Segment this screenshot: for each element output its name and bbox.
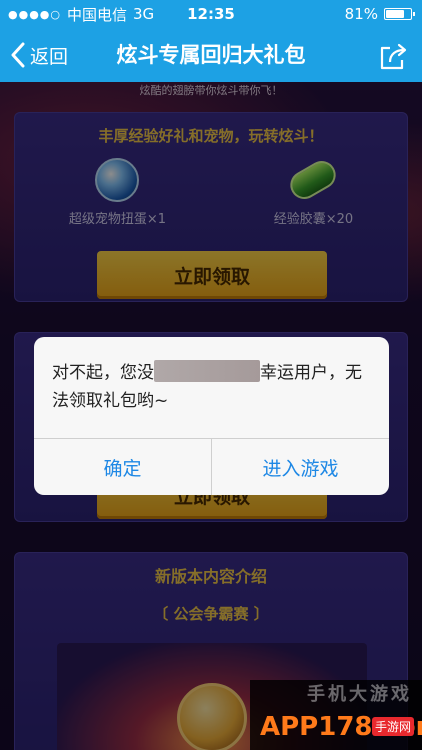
watermark-top-text: 手机大游戏 (307, 684, 412, 705)
confirm-button[interactable]: 确定 (34, 439, 211, 495)
dialog-message-part1: 对不起，您没 (52, 363, 154, 383)
dialog-actions: 确定 进入游戏 (34, 438, 389, 495)
battery-icon (384, 8, 415, 20)
enter-game-button[interactable]: 进入游戏 (211, 439, 389, 495)
nav-bar: 炫斗专属回归大礼包 返回 (0, 28, 422, 82)
chevron-left-icon (11, 42, 25, 68)
dialog-message: 对不起，您没 幸运用户，无法领取礼包哟~ (52, 359, 371, 415)
back-button[interactable]: 返回 (10, 28, 68, 82)
battery-percent: 81% (344, 5, 378, 23)
alert-dialog: 对不起，您没 幸运用户，无法领取礼包哟~ 确定 进入游戏 (34, 337, 389, 495)
back-label: 返回 (30, 45, 69, 68)
battery-fill (386, 10, 404, 18)
site-watermark: 手机大游戏 APP178.com 手游网 (250, 680, 422, 750)
status-bar: ●●●●○ 中国电信 3G 12:35 81% (0, 0, 422, 28)
share-icon (380, 43, 407, 70)
share-button[interactable] (376, 40, 410, 74)
redacted-mask (154, 360, 260, 382)
status-right: 81% (344, 5, 415, 23)
watermark-badge: 手游网 (371, 717, 414, 736)
